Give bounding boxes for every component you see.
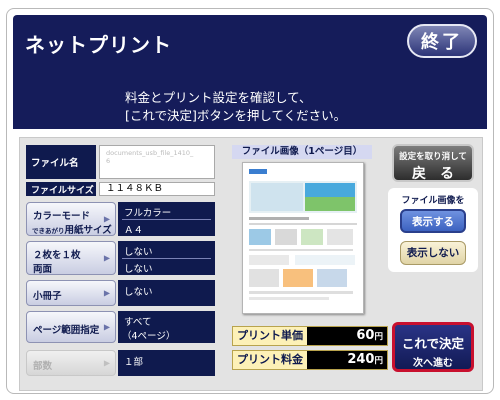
file-preview-image [242, 162, 364, 314]
nup-value: しない [124, 247, 153, 258]
app-title: ネットプリント [25, 33, 172, 57]
total-price-value: 240円 [307, 351, 387, 369]
file-size-label: ファイルサイズ [26, 182, 96, 196]
cancel-back-button[interactable]: 設定を取り消して 戻 る [392, 144, 474, 182]
instruction-line-1: 料金とプリント設定を確認して、 [125, 90, 312, 105]
file-name-line-1: documents_usb_file_1410_ [106, 149, 194, 157]
total-price-label: プリント料金 [233, 351, 307, 369]
end-button[interactable]: 終了 [407, 24, 477, 58]
header-bar: ネットプリント 終了 [13, 15, 487, 71]
cancel-label: 設定を取り消して [399, 152, 467, 162]
preview-caption: ファイル画像（1ページ目） [232, 145, 372, 159]
page-range-button[interactable]: ページ範囲指定 ▶ [26, 311, 116, 343]
booklet-value: しない [118, 280, 215, 306]
file-name-label: ファイル名 [26, 145, 96, 179]
hide-image-button[interactable]: 表示しない [400, 241, 466, 265]
color-mode-label: カラーモード [33, 211, 91, 222]
instruction-line-2: [これで決定]ボタンを押してください。 [125, 108, 347, 123]
document-thumbnail [243, 163, 363, 313]
file-image-toggle-group: ファイル画像を 表示する 表示しない [388, 188, 478, 272]
page-range-value-line-2: （4ページ） [122, 331, 176, 342]
chevron-right-icon: ▶ [103, 214, 110, 224]
nup-duplex-value: しない しない [118, 241, 215, 275]
duplex-label: 両面 [33, 264, 53, 275]
total-price-row: プリント料金 240円 [232, 350, 388, 370]
chevron-right-icon: ▶ [103, 253, 110, 263]
show-image-button[interactable]: 表示する [400, 209, 466, 233]
value-divider [122, 258, 211, 259]
app-window: ネットプリント 終了 料金とプリント設定を確認して、 [これで決定]ボタンを押し… [6, 8, 494, 394]
total-price-amount: 240 [347, 352, 375, 367]
nup-label: ２枚を１枚 [33, 250, 81, 261]
chevron-right-icon: ▶ [103, 358, 110, 368]
page-range-label: ページ範囲指定 [33, 325, 100, 336]
color-mode-sub-small: できあがり [32, 227, 65, 235]
instruction-banner: 料金とプリント設定を確認して、 [これで決定]ボタンを押してください。 [13, 71, 487, 129]
settings-panel: ファイル名 documents_usb_file_1410_ 6 ファイルサイズ… [19, 137, 483, 391]
copies-value: １部 [118, 350, 215, 376]
file-name-value: documents_usb_file_1410_ 6 [99, 145, 215, 179]
page-range-value: すべて （4ページ） [118, 311, 215, 343]
currency-label: 円 [374, 332, 383, 342]
booklet-button[interactable]: 小冊子 ▶ [26, 280, 116, 306]
paper-size-value: Ａ４ [124, 225, 144, 236]
next-label: 次へ進む [413, 358, 453, 369]
color-mode-button[interactable]: カラーモード できあがり用紙サイズ ▶ [26, 202, 116, 236]
copies-label: 部数 [33, 361, 53, 372]
unit-price-amount: 60 [356, 328, 375, 343]
confirm-button[interactable]: これで決定 次へ進む [392, 322, 474, 372]
unit-price-row: プリント単価 60円 [232, 326, 388, 346]
color-mode-value-line-1: フルカラー [124, 208, 172, 219]
unit-price-value: 60円 [307, 327, 387, 345]
copies-button[interactable]: 部数 ▶ [26, 350, 116, 376]
chevron-right-icon: ▶ [103, 288, 110, 298]
file-image-label: ファイル画像を [401, 196, 465, 206]
color-mode-value: フルカラー Ａ４ [118, 202, 215, 236]
currency-label: 円 [374, 356, 383, 366]
file-size-value: １１４８ＫＢ [99, 182, 215, 196]
nup-duplex-button[interactable]: ２枚を１枚 両面 ▶ [26, 241, 116, 275]
chevron-right-icon: ▶ [103, 322, 110, 332]
duplex-value: しない [124, 264, 153, 275]
confirm-label: これで決定 [401, 336, 465, 351]
paper-size-label: 用紙サイズ [64, 225, 112, 236]
back-label: 戻 る [412, 166, 454, 182]
booklet-label: 小冊子 [33, 291, 62, 302]
file-name-line-2: 6 [106, 157, 111, 165]
page-range-value-line-1: すべて [124, 317, 152, 328]
value-divider [122, 219, 211, 220]
unit-price-label: プリント単価 [233, 327, 307, 345]
